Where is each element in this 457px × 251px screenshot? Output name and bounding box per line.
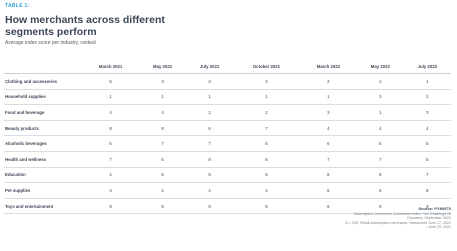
table-cell: 1 xyxy=(233,89,300,106)
table-cell: 2 xyxy=(233,104,300,121)
table-row: Pet supplies 3 2 4 4 5 5 8 xyxy=(4,182,451,199)
table-cell: 6 xyxy=(139,151,186,168)
row-label: Alcoholic beverages xyxy=(4,135,82,152)
table-cell: 4 xyxy=(82,104,140,121)
footer-notes: Source: PYMNTS Subscription Commerce Con… xyxy=(301,206,451,230)
table-cell: 7 xyxy=(356,151,404,168)
table-cell: 8 xyxy=(185,151,234,168)
table-cell: 6 xyxy=(403,151,451,168)
table-cell: 4 xyxy=(233,182,300,199)
table-cell: 1 xyxy=(356,104,404,121)
table-row: Clothing and accessories 5 3 3 3 2 2 1 xyxy=(4,73,451,90)
table-cell: 4 xyxy=(403,120,451,137)
table-cell: 8 xyxy=(233,151,300,168)
column-header: March 2021 xyxy=(82,59,140,74)
table-row: Household supplies 1 1 1 1 1 3 2 xyxy=(4,89,451,106)
table-cell: 1 xyxy=(139,89,186,106)
table-number-label: TABLE 1: xyxy=(5,3,30,9)
table-cell: 8 xyxy=(356,167,404,184)
table-cell: 7 xyxy=(403,167,451,184)
row-label: Toys and entertainment xyxy=(4,198,82,215)
table-cell: 2 xyxy=(185,104,234,121)
column-header: July 2021 xyxy=(185,59,234,74)
table-cell: 1 xyxy=(185,89,234,106)
table-cell: 1 xyxy=(82,89,140,106)
table-cell: 2 xyxy=(356,73,404,90)
table-row: Alcoholic beverages 6 7 7 5 6 6 5 xyxy=(4,135,451,152)
row-label: Clothing and accessories xyxy=(4,73,82,90)
table-cell: 6 xyxy=(299,135,357,152)
table-cell: 9 xyxy=(185,198,234,215)
table-cell: 5 xyxy=(356,182,404,199)
row-label: Beauty products xyxy=(4,120,82,137)
column-header: May 2021 xyxy=(139,59,186,74)
table-cell: 5 xyxy=(82,73,140,90)
table-cell: 7 xyxy=(233,120,300,137)
table-cell: 9 xyxy=(233,198,300,215)
row-header-corner xyxy=(4,59,82,74)
table-cell: 5 xyxy=(403,135,451,152)
table-cell: 3 xyxy=(356,89,404,106)
table-cell: 7 xyxy=(82,151,140,168)
table-cell: 3 xyxy=(403,104,451,121)
table-cell: 6 xyxy=(185,120,234,137)
table-cell: 3 xyxy=(185,73,234,90)
table-cell: 8 xyxy=(82,120,140,137)
table-cell: 4 xyxy=(356,120,404,137)
table-cell: 2 xyxy=(403,89,451,106)
table-cell: 3 xyxy=(299,104,357,121)
table-cell: 2 xyxy=(299,73,357,90)
table-cell: 7 xyxy=(299,151,357,168)
table-cell: 7 xyxy=(185,135,234,152)
subtitle: Average index score per industry, ranked xyxy=(5,40,96,46)
table-row: Food and beverage 4 4 2 2 3 1 3 xyxy=(4,104,451,121)
table-cell: 4 xyxy=(299,120,357,137)
row-label: Education xyxy=(4,167,82,184)
header-row: March 2021 May 2021 July 2021 October 20… xyxy=(4,59,451,74)
table-cell: 2 xyxy=(82,167,140,184)
column-header: March 2022 xyxy=(299,59,357,74)
table-cell: 9 xyxy=(139,198,186,215)
footer-line: – June 29, 2022 xyxy=(425,225,451,230)
column-header: May 2022 xyxy=(356,59,404,74)
table-cell: 3 xyxy=(82,182,140,199)
table-cell: 5 xyxy=(233,135,300,152)
row-label: Household supplies xyxy=(4,89,82,106)
table-row: Education 2 5 5 6 8 8 7 xyxy=(4,167,451,184)
table-cell: 8 xyxy=(403,182,451,199)
table-cell: 6 xyxy=(233,167,300,184)
table-cell: 9 xyxy=(82,198,140,215)
ranking-table: March 2021 May 2021 July 2021 October 20… xyxy=(4,59,451,215)
table-cell: 7 xyxy=(139,135,186,152)
table-cell: 4 xyxy=(185,182,234,199)
table-cell: 1 xyxy=(299,89,357,106)
table-row: Health and wellness 7 6 8 8 7 7 6 xyxy=(4,151,451,168)
table-cell: 3 xyxy=(233,73,300,90)
column-header: October 2021 xyxy=(233,59,300,74)
table-cell: 6 xyxy=(356,135,404,152)
row-label: Pet supplies xyxy=(4,182,82,199)
page-title: How merchants across different segments … xyxy=(5,14,165,38)
table-cell: 5 xyxy=(299,182,357,199)
table-cell: 6 xyxy=(82,135,140,152)
table-cell: 3 xyxy=(139,73,186,90)
table-cell: 1 xyxy=(403,73,451,90)
table-cell: 8 xyxy=(299,167,357,184)
table-cell: 5 xyxy=(185,167,234,184)
column-header: July 2022 xyxy=(403,59,451,74)
table-body: Clothing and accessories 5 3 3 3 2 2 1 Household… xyxy=(4,73,451,215)
table-cell: 8 xyxy=(139,120,186,137)
row-label: Health and wellness xyxy=(4,151,82,168)
table-cell: 2 xyxy=(139,182,186,199)
row-label: Food and beverage xyxy=(4,104,82,121)
table-cell: 4 xyxy=(139,104,186,121)
table-cell: 5 xyxy=(139,167,186,184)
table-row: Beauty products 8 8 6 7 4 4 4 xyxy=(4,120,451,137)
